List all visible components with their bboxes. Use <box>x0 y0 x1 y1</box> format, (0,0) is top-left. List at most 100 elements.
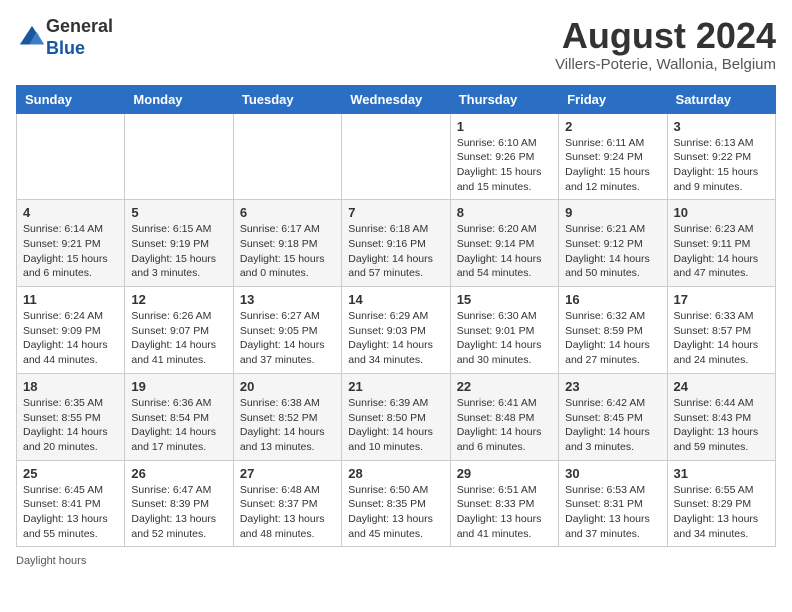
day-number: 28 <box>348 466 443 481</box>
day-number: 5 <box>131 205 226 220</box>
title-area: August 2024 Villers-Poterie, Wallonia, B… <box>555 16 776 73</box>
day-number: 19 <box>131 379 226 394</box>
calendar-day-header: Wednesday <box>342 85 450 113</box>
day-number: 14 <box>348 292 443 307</box>
day-info: Sunrise: 6:47 AMSunset: 8:39 PMDaylight:… <box>131 483 226 542</box>
calendar-cell <box>125 113 233 200</box>
day-number: 20 <box>240 379 335 394</box>
calendar-week-row: 1 Sunrise: 6:10 AMSunset: 9:26 PMDaylight… <box>17 113 776 200</box>
day-number: 27 <box>240 466 335 481</box>
day-info: Sunrise: 6:13 AMSunset: 9:22 PMDaylight:… <box>674 136 769 195</box>
day-info: Sunrise: 6:14 AMSunset: 9:21 PMDaylight:… <box>23 222 118 281</box>
day-info: Sunrise: 6:39 AMSunset: 8:50 PMDaylight:… <box>348 396 443 455</box>
day-number: 26 <box>131 466 226 481</box>
day-info: Sunrise: 6:38 AMSunset: 8:52 PMDaylight:… <box>240 396 335 455</box>
day-number: 3 <box>674 119 769 134</box>
day-info: Sunrise: 6:26 AMSunset: 9:07 PMDaylight:… <box>131 309 226 368</box>
day-number: 30 <box>565 466 660 481</box>
calendar-day-header: Sunday <box>17 85 125 113</box>
calendar-cell: 21 Sunrise: 6:39 AMSunset: 8:50 PMDayligh… <box>342 373 450 460</box>
header: General Blue August 2024 Villers-Poterie… <box>16 16 776 73</box>
day-number: 24 <box>674 379 769 394</box>
calendar-day-header: Saturday <box>667 85 775 113</box>
day-number: 10 <box>674 205 769 220</box>
calendar-week-row: 18 Sunrise: 6:35 AMSunset: 8:55 PMDayligh… <box>17 373 776 460</box>
calendar-day-header: Monday <box>125 85 233 113</box>
day-info: Sunrise: 6:45 AMSunset: 8:41 PMDaylight:… <box>23 483 118 542</box>
day-info: Sunrise: 6:53 AMSunset: 8:31 PMDaylight:… <box>565 483 660 542</box>
calendar-cell: 11 Sunrise: 6:24 AMSunset: 9:09 PMDayligh… <box>17 287 125 374</box>
day-info: Sunrise: 6:10 AMSunset: 9:26 PMDaylight:… <box>457 136 552 195</box>
day-number: 23 <box>565 379 660 394</box>
day-info: Sunrise: 6:23 AMSunset: 9:11 PMDaylight:… <box>674 222 769 281</box>
calendar-cell: 15Sunrise: 6:30 AMSunset: 9:01 PMDayligh… <box>450 287 558 374</box>
day-number: 21 <box>348 379 443 394</box>
day-info: Sunrise: 6:29 AMSunset: 9:03 PMDaylight:… <box>348 309 443 368</box>
logo: General Blue <box>16 16 113 59</box>
day-info: Sunrise: 6:32 AMSunset: 8:59 PMDaylight:… <box>565 309 660 368</box>
day-number: 11 <box>23 292 118 307</box>
day-number: 17 <box>674 292 769 307</box>
day-number: 8 <box>457 205 552 220</box>
calendar-cell <box>17 113 125 200</box>
calendar-cell: 29 Sunrise: 6:51 AMSunset: 8:33 PMDayligh… <box>450 460 558 547</box>
day-info: Sunrise: 6:50 AMSunset: 8:35 PMDaylight:… <box>348 483 443 542</box>
calendar-cell: 3 Sunrise: 6:13 AMSunset: 9:22 PMDaylight… <box>667 113 775 200</box>
day-number: 31 <box>674 466 769 481</box>
calendar-cell: 16 Sunrise: 6:32 AMSunset: 8:59 PMDayligh… <box>559 287 667 374</box>
subtitle: Villers-Poterie, Wallonia, Belgium <box>555 56 776 73</box>
day-number: 29 <box>457 466 552 481</box>
calendar-cell: 5 Sunrise: 6:15 AMSunset: 9:19 PMDaylight… <box>125 200 233 287</box>
day-info: Sunrise: 6:44 AMSunset: 8:43 PMDaylight:… <box>674 396 769 455</box>
calendar-cell: 25 Sunrise: 6:45 AMSunset: 8:41 PMDayligh… <box>17 460 125 547</box>
day-number: 7 <box>348 205 443 220</box>
day-info: Sunrise: 6:11 AMSunset: 9:24 PMDaylight:… <box>565 136 660 195</box>
calendar-cell <box>342 113 450 200</box>
calendar-cell: 14 Sunrise: 6:29 AMSunset: 9:03 PMDayligh… <box>342 287 450 374</box>
calendar-week-row: 4Sunrise: 6:14 AMSunset: 9:21 PMDaylight… <box>17 200 776 287</box>
logo-icon <box>18 24 46 52</box>
calendar-cell: 9Sunrise: 6:21 AMSunset: 9:12 PMDaylight… <box>559 200 667 287</box>
calendar-cell: 2 Sunrise: 6:11 AMSunset: 9:24 PMDaylight… <box>559 113 667 200</box>
day-info: Sunrise: 6:20 AMSunset: 9:14 PMDaylight:… <box>457 222 552 281</box>
day-number: 16 <box>565 292 660 307</box>
calendar-cell: 19 Sunrise: 6:36 AMSunset: 8:54 PMDayligh… <box>125 373 233 460</box>
calendar-cell: 28 Sunrise: 6:50 AMSunset: 8:35 PMDayligh… <box>342 460 450 547</box>
day-info: Sunrise: 6:18 AMSunset: 9:16 PMDaylight:… <box>348 222 443 281</box>
day-info: Sunrise: 6:17 AMSunset: 9:18 PMDaylight:… <box>240 222 335 281</box>
day-number: 9 <box>565 205 660 220</box>
calendar-day-header: Friday <box>559 85 667 113</box>
calendar-week-row: 11 Sunrise: 6:24 AMSunset: 9:09 PMDayligh… <box>17 287 776 374</box>
day-info: Sunrise: 6:24 AMSunset: 9:09 PMDaylight:… <box>23 309 118 368</box>
day-number: 12 <box>131 292 226 307</box>
calendar-cell: 12 Sunrise: 6:26 AMSunset: 9:07 PMDayligh… <box>125 287 233 374</box>
day-number: 25 <box>23 466 118 481</box>
calendar-day-header: Thursday <box>450 85 558 113</box>
calendar-cell: 17Sunrise: 6:33 AMSunset: 8:57 PMDayligh… <box>667 287 775 374</box>
footer: Daylight hours <box>16 555 776 567</box>
calendar-cell: 10 Sunrise: 6:23 AMSunset: 9:11 PMDayligh… <box>667 200 775 287</box>
calendar-day-header: Tuesday <box>233 85 341 113</box>
calendar-cell: 4Sunrise: 6:14 AMSunset: 9:21 PMDaylight… <box>17 200 125 287</box>
calendar-cell: 31Sunrise: 6:55 AMSunset: 8:29 PMDayligh… <box>667 460 775 547</box>
day-number: 1 <box>457 119 552 134</box>
day-info: Sunrise: 6:51 AMSunset: 8:33 PMDaylight:… <box>457 483 552 542</box>
day-info: Sunrise: 6:35 AMSunset: 8:55 PMDaylight:… <box>23 396 118 455</box>
day-number: 6 <box>240 205 335 220</box>
day-info: Sunrise: 6:15 AMSunset: 9:19 PMDaylight:… <box>131 222 226 281</box>
day-info: Sunrise: 6:36 AMSunset: 8:54 PMDaylight:… <box>131 396 226 455</box>
day-number: 2 <box>565 119 660 134</box>
calendar-cell: 26 Sunrise: 6:47 AMSunset: 8:39 PMDayligh… <box>125 460 233 547</box>
calendar-cell: 7 Sunrise: 6:18 AMSunset: 9:16 PMDaylight… <box>342 200 450 287</box>
day-info: Sunrise: 6:27 AMSunset: 9:05 PMDaylight:… <box>240 309 335 368</box>
calendar-header-row: SundayMondayTuesdayWednesdayThursdayFrid… <box>17 85 776 113</box>
day-number: 18 <box>23 379 118 394</box>
calendar-cell: 8 Sunrise: 6:20 AMSunset: 9:14 PMDaylight… <box>450 200 558 287</box>
calendar-cell <box>233 113 341 200</box>
calendar-cell: 30 Sunrise: 6:53 AMSunset: 8:31 PMDayligh… <box>559 460 667 547</box>
day-number: 13 <box>240 292 335 307</box>
logo-general-text: General <box>46 16 113 36</box>
logo-blue-text: Blue <box>46 38 85 58</box>
day-number: 15 <box>457 292 552 307</box>
daylight-label: Daylight hours <box>16 555 86 567</box>
